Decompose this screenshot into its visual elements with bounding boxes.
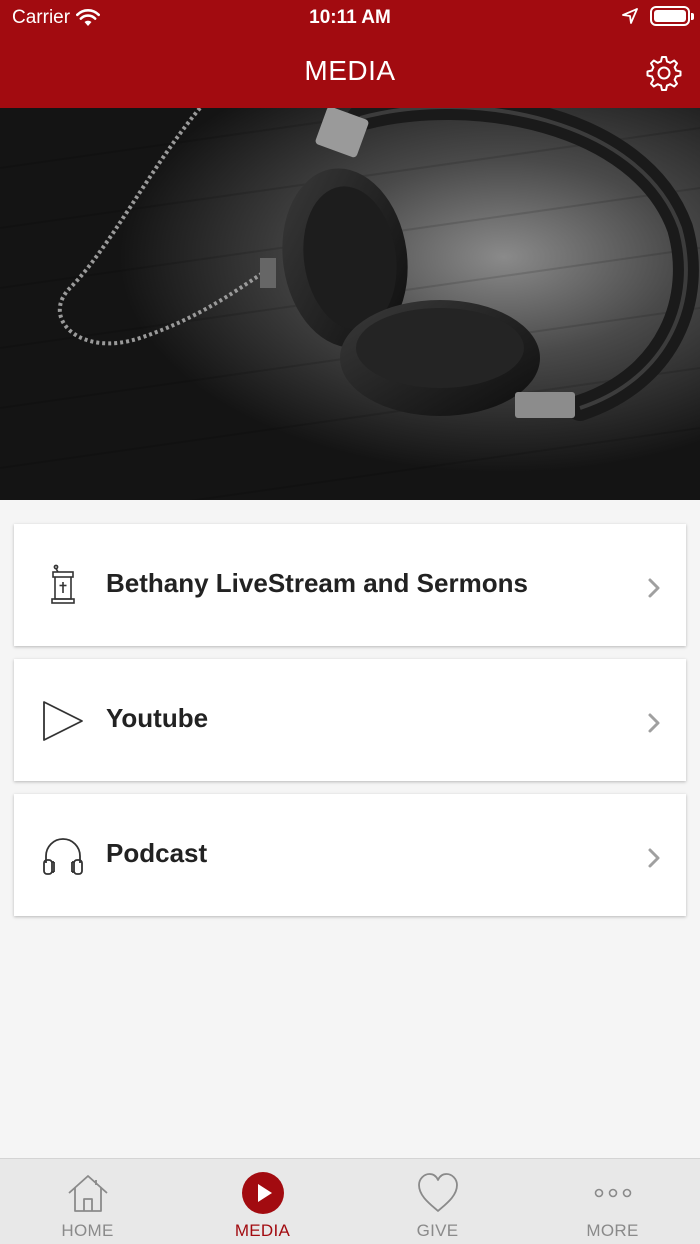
- header-bar: Carrier 10:11 AM MEDIA: [0, 0, 700, 108]
- headphones-icon: [43, 838, 83, 875]
- play-circle-icon: [241, 1172, 284, 1214]
- hero-image-headphones: [0, 108, 700, 500]
- headphones-photo: [0, 108, 700, 500]
- battery-icon: [650, 6, 694, 26]
- status-time: 10:11 AM: [309, 7, 391, 28]
- media-screen: Carrier 10:11 AM MEDIA Bethany LiveStrea…: [0, 0, 700, 1244]
- status-bar: Carrier 10:11 AM: [0, 0, 700, 36]
- play-outline-icon: [43, 701, 83, 741]
- menu-item-youtube[interactable]: Youtube: [14, 659, 686, 781]
- pulpit-icon: [51, 564, 75, 604]
- chevron-right-icon: [648, 578, 660, 598]
- tab-label: MEDIA: [234, 1221, 291, 1240]
- home-icon: [67, 1175, 108, 1212]
- status-right: [622, 6, 694, 26]
- tab-home[interactable]: HOME: [0, 1159, 175, 1244]
- gear-icon[interactable]: [646, 55, 682, 91]
- menu-item-livestream[interactable]: Bethany LiveStream and Sermons: [14, 524, 686, 646]
- heart-icon: [417, 1173, 458, 1212]
- menu-item-label: Podcast: [106, 838, 208, 868]
- tab-bar: HOME MEDIA GIVE MORE: [0, 1158, 700, 1244]
- more-dots-icon: [594, 1188, 631, 1198]
- tab-label: HOME: [61, 1221, 114, 1240]
- tab-give[interactable]: GIVE: [350, 1159, 525, 1244]
- tab-label: GIVE: [416, 1221, 459, 1240]
- chevron-right-icon: [648, 848, 660, 868]
- location-arrow-icon: [622, 8, 638, 24]
- media-menu: Bethany LiveStream and Sermons Youtube P…: [14, 524, 686, 929]
- menu-item-label: Bethany LiveStream and Sermons: [106, 568, 528, 598]
- menu-item-podcast[interactable]: Podcast: [14, 794, 686, 916]
- menu-item-label: Youtube: [106, 703, 209, 733]
- tab-media[interactable]: MEDIA: [175, 1159, 350, 1244]
- chevron-right-icon: [648, 713, 660, 733]
- tab-more[interactable]: MORE: [525, 1159, 700, 1244]
- tab-label: MORE: [586, 1221, 639, 1240]
- page-title: MEDIA: [304, 55, 396, 86]
